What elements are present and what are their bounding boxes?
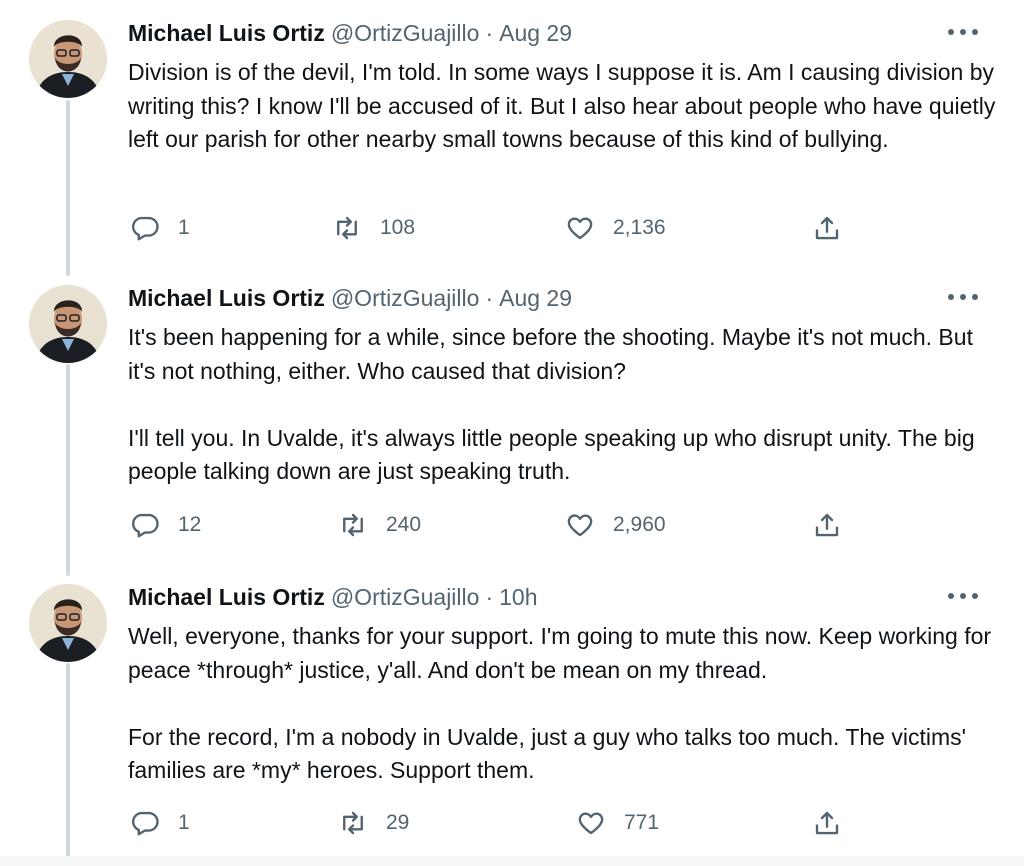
tweet-paragraph: Well, everyone, thanks for your support.… [128, 623, 992, 683]
tweet-timestamp[interactable]: Aug 29 [499, 20, 572, 47]
tweet-timestamp[interactable]: 10h [499, 584, 537, 611]
reply-icon [132, 216, 159, 241]
tweet-paragraph: Division is of the devil, I'm told. In s… [128, 59, 996, 153]
like-count: 2,136 [613, 216, 666, 239]
tweet-text: Well, everyone, thanks for your support.… [128, 620, 998, 788]
retweet-icon [343, 513, 363, 537]
like-icon [567, 514, 593, 537]
like-count: 771 [624, 811, 660, 834]
avatar[interactable] [29, 20, 107, 98]
share-button[interactable] [812, 510, 842, 540]
reply-icon [132, 513, 159, 538]
share-icon [815, 811, 839, 835]
share-button[interactable] [812, 808, 842, 838]
tweet-timestamp[interactable]: Aug 29 [499, 285, 572, 312]
share-icon [815, 513, 839, 537]
retweet-button[interactable]: 108 [332, 213, 415, 243]
bottom-divider [0, 856, 1024, 866]
like-button[interactable]: 771 [576, 808, 659, 838]
reply-count: 1 [178, 811, 190, 834]
more-icon[interactable] [948, 289, 978, 305]
tweet-header: Michael Luis Ortiz @OrtizGuajillo · Aug … [128, 20, 572, 50]
author-handle[interactable]: @OrtizGuajillo [331, 20, 480, 47]
retweet-icon [337, 216, 357, 240]
share-icon [815, 216, 839, 240]
tweet-paragraph: It's been happening for a while, since b… [128, 324, 973, 384]
tweet-header: Michael Luis Ortiz @OrtizGuajillo · Aug … [128, 285, 572, 315]
reply-count: 12 [178, 513, 202, 536]
tweet-text: It's been happening for a while, since b… [128, 321, 998, 489]
like-button[interactable]: 2,960 [565, 510, 666, 540]
author-name[interactable]: Michael Luis Ortiz [128, 20, 325, 47]
share-button[interactable] [812, 213, 842, 243]
thread-line [66, 364, 70, 576]
header-separator: · [485, 584, 494, 610]
thread-line [66, 100, 70, 276]
tweet-text: Division is of the devil, I'm told. In s… [128, 56, 998, 157]
retweet-button[interactable]: 29 [338, 808, 409, 838]
reply-button[interactable]: 12 [130, 510, 201, 540]
avatar[interactable] [29, 285, 107, 363]
author-name[interactable]: Michael Luis Ortiz [128, 285, 325, 312]
retweet-count: 240 [386, 513, 422, 536]
retweet-count: 108 [380, 216, 416, 239]
header-separator: · [485, 20, 494, 46]
more-icon[interactable] [948, 588, 978, 604]
author-name[interactable]: Michael Luis Ortiz [128, 584, 325, 611]
author-handle[interactable]: @OrtizGuajillo [331, 584, 480, 611]
like-icon [578, 812, 604, 835]
more-icon[interactable] [948, 24, 978, 40]
tweet-actions: 1 108 2,136 [0, 213, 1024, 245]
like-count: 2,960 [613, 513, 666, 536]
tweet-paragraph: I'll tell you. In Uvalde, it's always li… [128, 424, 975, 485]
author-handle[interactable]: @OrtizGuajillo [331, 285, 480, 312]
retweet-icon [343, 811, 363, 835]
reply-button[interactable]: 1 [130, 213, 190, 243]
tweet-actions: 1 29 771 [0, 808, 1024, 840]
tweet-actions: 12 240 2,960 [0, 510, 1024, 542]
avatar[interactable] [29, 584, 107, 662]
reply-icon [132, 811, 159, 836]
retweet-button[interactable]: 240 [338, 510, 421, 540]
header-separator: · [485, 285, 494, 311]
tweet-thread: Michael Luis Ortiz @OrtizGuajillo · Aug … [0, 0, 1024, 866]
reply-button[interactable]: 1 [130, 808, 190, 838]
retweet-count: 29 [386, 811, 410, 834]
reply-count: 1 [178, 216, 190, 239]
tweet-header: Michael Luis Ortiz @OrtizGuajillo · 10h [128, 584, 537, 614]
tweet-paragraph: For the record, I'm a nobody in Uvalde, … [128, 723, 967, 784]
like-button[interactable]: 2,136 [565, 213, 666, 243]
like-icon [567, 217, 593, 240]
